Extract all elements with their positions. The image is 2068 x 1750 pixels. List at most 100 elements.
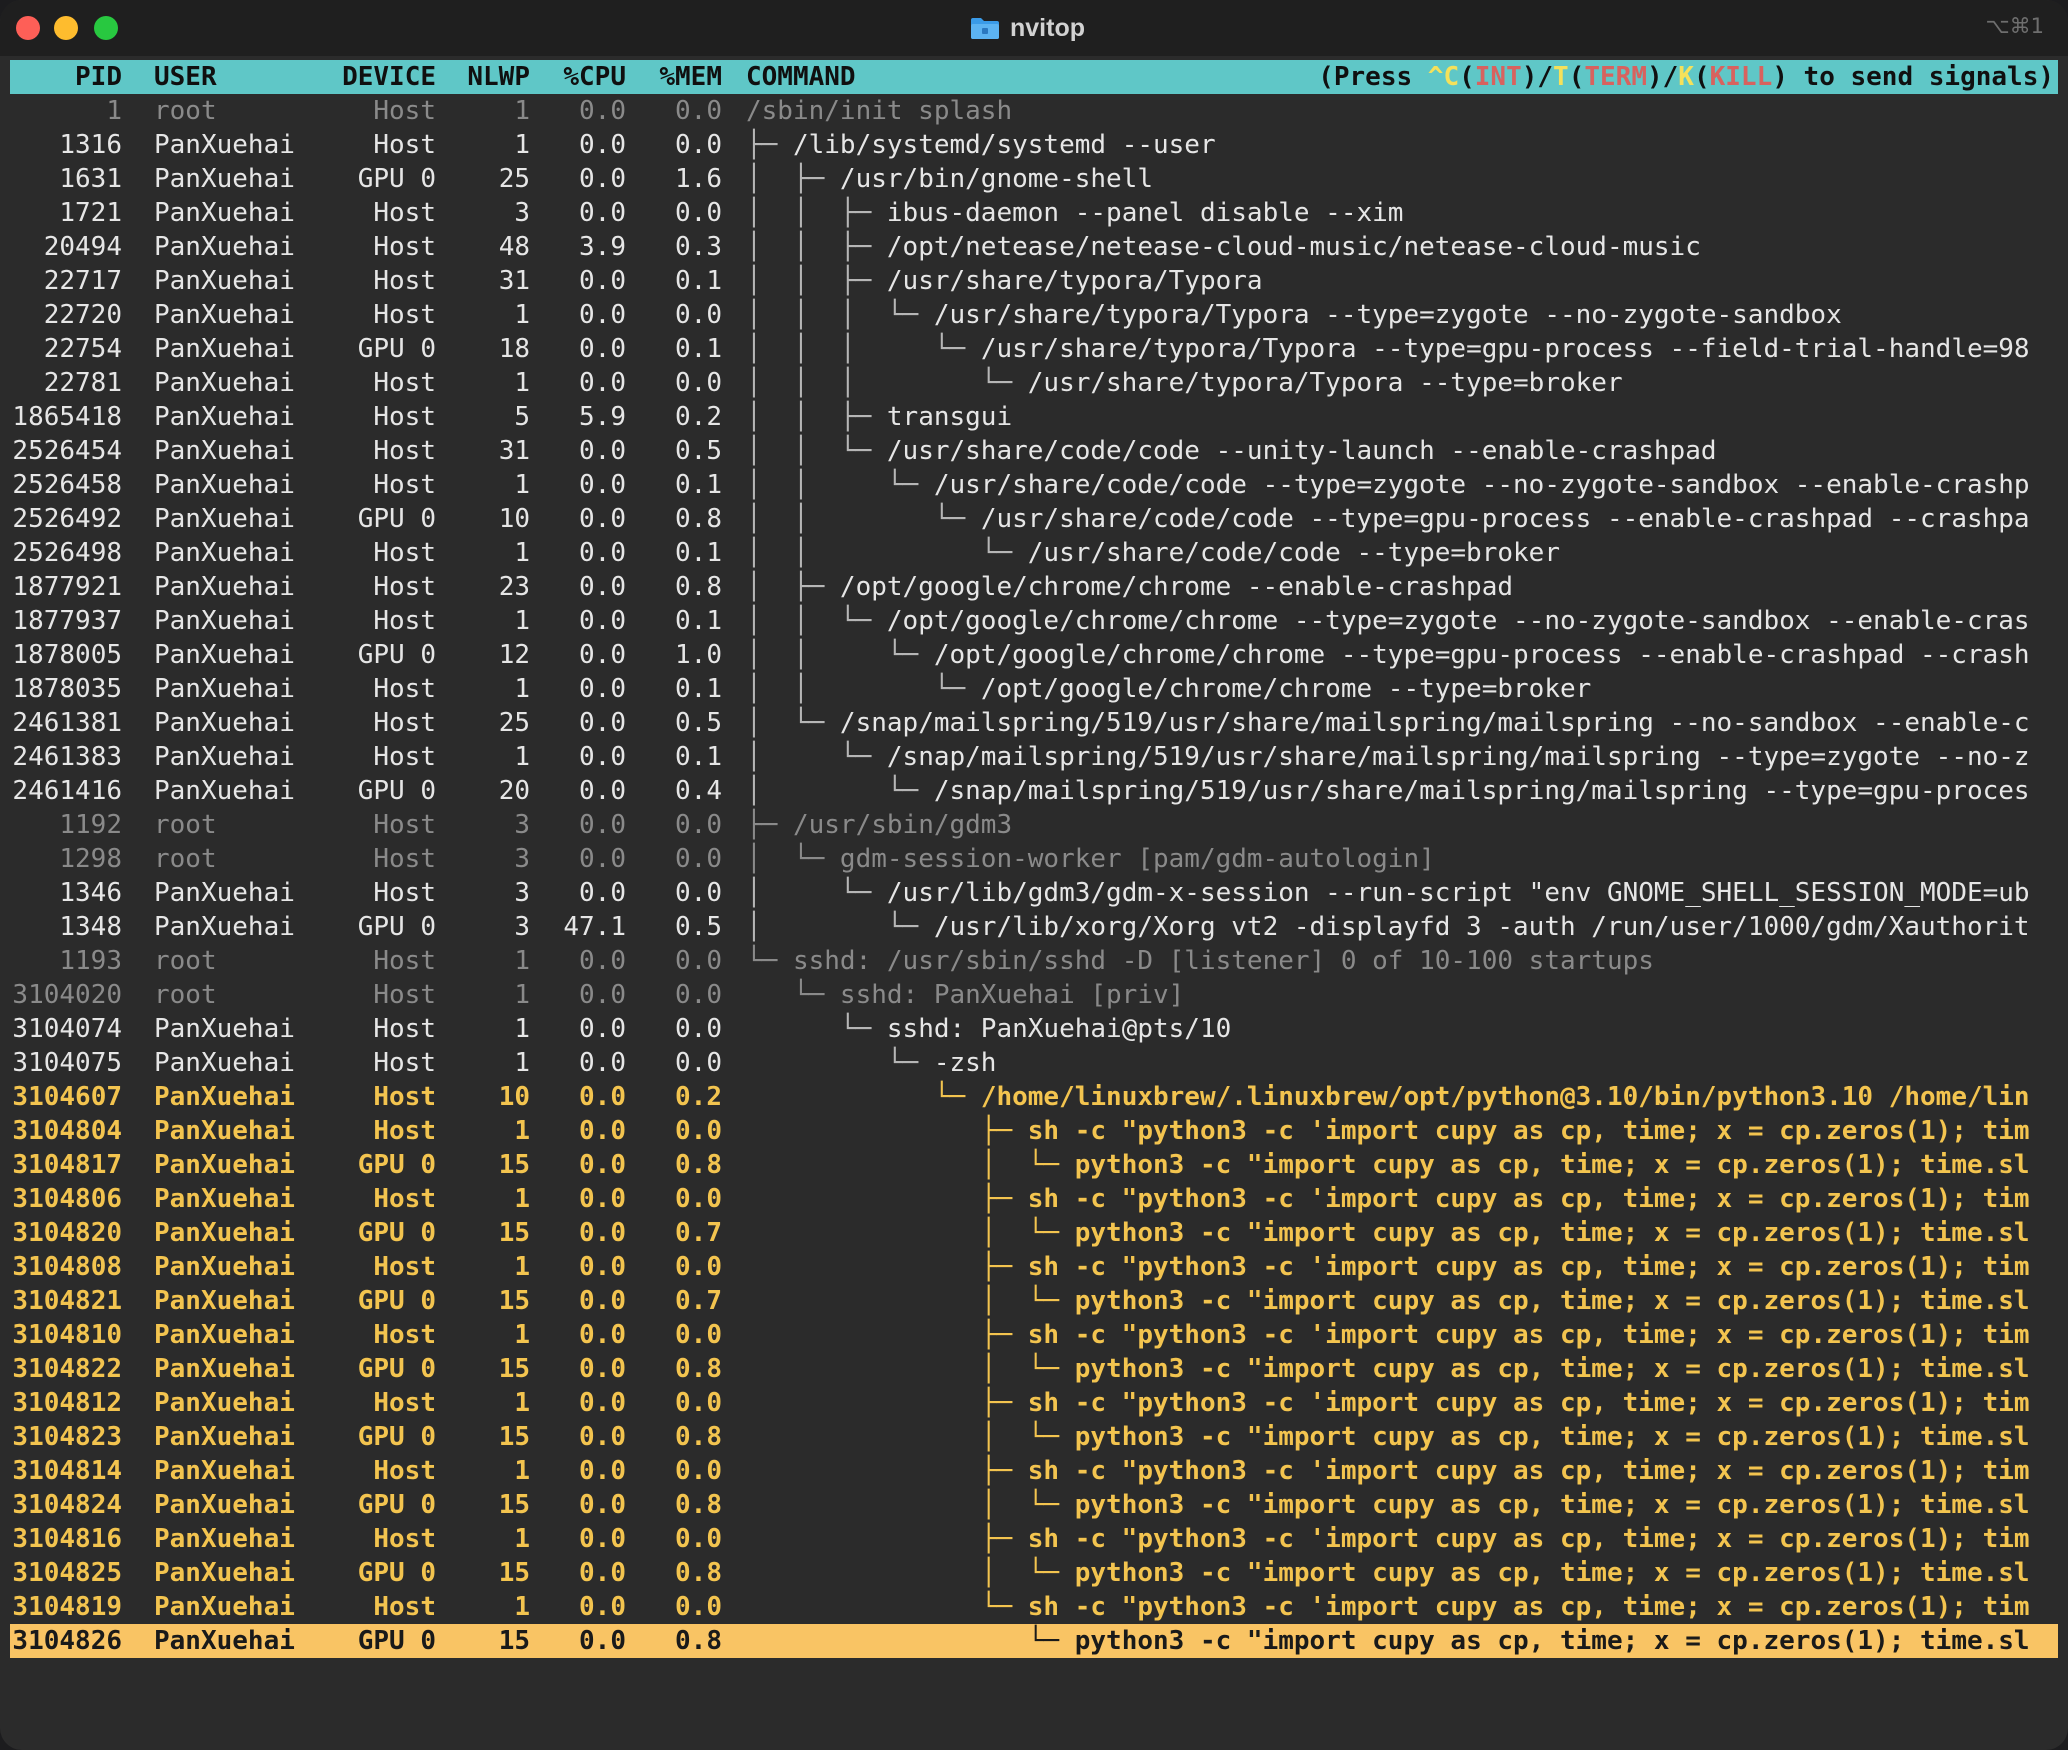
command-text: sh -c "python3 -c 'import cupy as cp, ti… <box>1027 1184 2030 1214</box>
command-text: /usr/share/code/code --type=broker <box>1027 538 1560 568</box>
maximize-window-button[interactable] <box>94 16 118 40</box>
command-text: python3 -c "import cupy as cp, time; x =… <box>1074 1286 2030 1316</box>
cell-cpu: 0.0 <box>579 300 626 330</box>
tree-branch: │ └─ <box>746 1218 1075 1248</box>
cell-cpu: 0.0 <box>579 1524 626 1554</box>
column-header-user[interactable]: USER <box>154 60 217 94</box>
table-row[interactable]: 22717 PanXuehai Host 31 0.0 0.1 │ │ ├─ /usr/sh… <box>10 264 2058 298</box>
table-row[interactable]: 3104607 PanXuehai Host 10 0.0 0.2 └─ /home/li… <box>10 1080 2058 1114</box>
cell-command: │ │ │ └─ /usr/share/typora/Typora --type… <box>746 332 2030 366</box>
column-header-device[interactable]: DEVICE <box>324 60 436 94</box>
table-row[interactable]: 1298 root Host 3 0.0 0.0 │ └─ gdm-session-work… <box>10 842 2058 876</box>
table-row[interactable]: 1878035 PanXuehai Host 1 0.0 0.1 │ │ └─ /opt/g… <box>10 672 2058 706</box>
table-row[interactable]: 1348 PanXuehai GPU 0 3 47.1 0.5 │ └─ /usr/lib/… <box>10 910 2058 944</box>
table-row[interactable]: 1193 root Host 1 0.0 0.0 └─ sshd: /usr/sbin/ss… <box>10 944 2058 978</box>
cell-mem: 0.0 <box>675 1116 722 1146</box>
table-row[interactable]: 3104810 PanXuehai Host 1 0.0 0.0 ├─ sh -c "py… <box>10 1318 2058 1352</box>
cell-user: PanXuehai <box>154 1014 295 1044</box>
cell-nlwp: 15 <box>498 1626 530 1656</box>
tree-branch: │ ├─ <box>746 572 840 602</box>
cell-command: │ │ └─ /opt/google/chrome/chrome --type=… <box>746 638 2030 672</box>
cell-cpu: 0.0 <box>579 674 626 704</box>
tree-branch: │ └─ <box>746 1354 1075 1384</box>
cell-nlwp: 1 <box>514 1014 530 1044</box>
table-row[interactable]: 3104824 PanXuehai GPU 0 15 0.0 0.8 │ └─ pytho… <box>10 1488 2058 1522</box>
table-row[interactable]: 1721 PanXuehai Host 3 0.0 0.0 │ │ ├─ ibus-daem… <box>10 196 2058 230</box>
table-row[interactable]: 1878005 PanXuehai GPU 0 12 0.0 1.0 │ │ └─ /opt… <box>10 638 2058 672</box>
close-window-button[interactable] <box>16 16 40 40</box>
table-row[interactable]: 2526498 PanXuehai Host 1 0.0 0.1 │ │ └─ /usr/s… <box>10 536 2058 570</box>
table-row[interactable]: 1346 PanXuehai Host 3 0.0 0.0 │ └─ /usr/lib/gd… <box>10 876 2058 910</box>
table-row[interactable]: 1865418 PanXuehai Host 5 5.9 0.2 │ │ ├─ transg… <box>10 400 2058 434</box>
table-row[interactable]: 3104020 root Host 1 0.0 0.0 └─ sshd: PanXueha… <box>10 978 2058 1012</box>
column-header-nlwp[interactable]: NLWP <box>450 60 530 94</box>
cell-command: │ └─ /usr/lib/xorg/Xorg vt2 -displayfd 3… <box>746 910 2030 944</box>
table-row[interactable]: 20494 PanXuehai Host 48 3.9 0.3 │ │ ├─ /opt/ne… <box>10 230 2058 264</box>
table-row[interactable]: 3104821 PanXuehai GPU 0 15 0.0 0.7 │ └─ pytho… <box>10 1284 2058 1318</box>
cell-mem: 0.1 <box>675 674 722 704</box>
table-row[interactable]: 1316 PanXuehai Host 1 0.0 0.0 ├─ /lib/systemd/… <box>10 128 2058 162</box>
cell-device: Host <box>373 844 436 874</box>
column-header-cpu[interactable]: %CPU <box>540 60 626 94</box>
table-row[interactable]: 3104075 PanXuehai Host 1 0.0 0.0 └─ -zsh <box>10 1046 2058 1080</box>
table-row[interactable]: 1877921 PanXuehai Host 23 0.0 0.8 │ ├─ /opt/go… <box>10 570 2058 604</box>
tree-branch: │ ├─ <box>746 164 840 194</box>
table-row-selected[interactable]: 3104826 PanXuehai GPU 0 15 0.0 0.8 └─ python3… <box>10 1624 2058 1658</box>
cell-cpu: 0.0 <box>579 164 626 194</box>
table-row[interactable]: 3104816 PanXuehai Host 1 0.0 0.0 ├─ sh -c "py… <box>10 1522 2058 1556</box>
column-header-pid[interactable]: PID <box>10 60 122 94</box>
cell-pid: 2461383 <box>12 742 122 772</box>
table-row[interactable]: 2461416 PanXuehai GPU 0 20 0.0 0.4 │ └─ /snap/… <box>10 774 2058 808</box>
table-row[interactable]: 1877937 PanXuehai Host 1 0.0 0.1 │ │ └─ /opt/g… <box>10 604 2058 638</box>
table-row[interactable]: 3104822 PanXuehai GPU 0 15 0.0 0.8 │ └─ pytho… <box>10 1352 2058 1386</box>
cell-nlwp: 1 <box>514 1320 530 1350</box>
table-row[interactable]: 1631 PanXuehai GPU 0 25 0.0 1.6 │ ├─ /usr/bin/… <box>10 162 2058 196</box>
cell-user: PanXuehai <box>154 198 295 228</box>
cell-device: GPU 0 <box>357 776 436 806</box>
table-row[interactable]: 22754 PanXuehai GPU 0 18 0.0 0.1 │ │ │ └─ /usr… <box>10 332 2058 366</box>
minimize-window-button[interactable] <box>54 16 78 40</box>
cell-pid: 2461381 <box>12 708 122 738</box>
cell-user: PanXuehai <box>154 1218 295 1248</box>
table-row[interactable]: 22781 PanXuehai Host 1 0.0 0.0 │ │ │ └─ /usr/s… <box>10 366 2058 400</box>
table-row[interactable]: 1 root Host 1 0.0 0.0/sbin/init splash <box>10 94 2058 128</box>
table-row[interactable]: 3104812 PanXuehai Host 1 0.0 0.0 ├─ sh -c "py… <box>10 1386 2058 1420</box>
cell-nlwp: 20 <box>498 776 530 806</box>
table-row[interactable]: 2526492 PanXuehai GPU 0 10 0.0 0.8 │ │ └─ /usr… <box>10 502 2058 536</box>
table-row[interactable]: 3104825 PanXuehai GPU 0 15 0.0 0.8 │ └─ pytho… <box>10 1556 2058 1590</box>
terminal-window: nvitop ⌥⌘1 PID USER DEVICE NLWP %CPU %ME… <box>0 0 2068 1750</box>
table-row[interactable]: 3104820 PanXuehai GPU 0 15 0.0 0.7 │ └─ pytho… <box>10 1216 2058 1250</box>
table-row[interactable]: 2461383 PanXuehai Host 1 0.0 0.1 │ └─ /snap/ma… <box>10 740 2058 774</box>
table-row[interactable]: 3104819 PanXuehai Host 1 0.0 0.0 └─ sh -c "py… <box>10 1590 2058 1624</box>
table-row[interactable]: 3104804 PanXuehai Host 1 0.0 0.0 ├─ sh -c "py… <box>10 1114 2058 1148</box>
column-header-command[interactable]: COMMAND <box>746 60 856 94</box>
cell-nlwp: 1 <box>514 538 530 568</box>
table-row[interactable]: 2526454 PanXuehai Host 31 0.0 0.5 │ │ └─ /usr/… <box>10 434 2058 468</box>
table-row[interactable]: 3104823 PanXuehai GPU 0 15 0.0 0.8 │ └─ pytho… <box>10 1420 2058 1454</box>
command-text: /opt/google/chrome/chrome --type=broker <box>980 674 1592 704</box>
command-text: sh -c "python3 -c 'import cupy as cp, ti… <box>1027 1388 2030 1418</box>
table-row[interactable]: 22720 PanXuehai Host 1 0.0 0.0 │ │ │ └─ /usr/s… <box>10 298 2058 332</box>
cell-mem: 0.0 <box>675 1524 722 1554</box>
tree-branch: │ │ └─ <box>746 436 887 466</box>
cell-user: PanXuehai <box>154 1524 295 1554</box>
table-row[interactable]: 2461381 PanXuehai Host 25 0.0 0.5 │ └─ /snap/m… <box>10 706 2058 740</box>
command-text: /usr/share/typora/Typora --type=zygote -… <box>933 300 1842 330</box>
cell-user: PanXuehai <box>154 504 295 534</box>
cell-mem: 0.2 <box>675 402 722 432</box>
table-row[interactable]: 3104817 PanXuehai GPU 0 15 0.0 0.8 │ └─ pytho… <box>10 1148 2058 1182</box>
tree-branch: └─ <box>746 1626 1075 1656</box>
column-header-mem[interactable]: %MEM <box>640 60 722 94</box>
table-row[interactable]: 3104808 PanXuehai Host 1 0.0 0.0 ├─ sh -c "py… <box>10 1250 2058 1284</box>
cell-mem: 0.0 <box>675 198 722 228</box>
title-bar: nvitop ⌥⌘1 <box>0 0 2068 56</box>
cell-device: Host <box>373 980 436 1010</box>
table-row[interactable]: 3104814 PanXuehai Host 1 0.0 0.0 ├─ sh -c "py… <box>10 1454 2058 1488</box>
cell-pid: 3104074 <box>12 1014 122 1044</box>
table-row[interactable]: 3104074 PanXuehai Host 1 0.0 0.0 └─ sshd: Pan… <box>10 1012 2058 1046</box>
table-row[interactable]: 3104806 PanXuehai Host 1 0.0 0.0 ├─ sh -c "py… <box>10 1182 2058 1216</box>
cell-nlwp: 15 <box>498 1150 530 1180</box>
table-row[interactable]: 1192 root Host 3 0.0 0.0 ├─ /usr/sbin/gdm3 <box>10 808 2058 842</box>
cell-mem: 0.8 <box>675 1354 722 1384</box>
table-row[interactable]: 2526458 PanXuehai Host 1 0.0 0.1 │ │ └─ /usr/s… <box>10 468 2058 502</box>
